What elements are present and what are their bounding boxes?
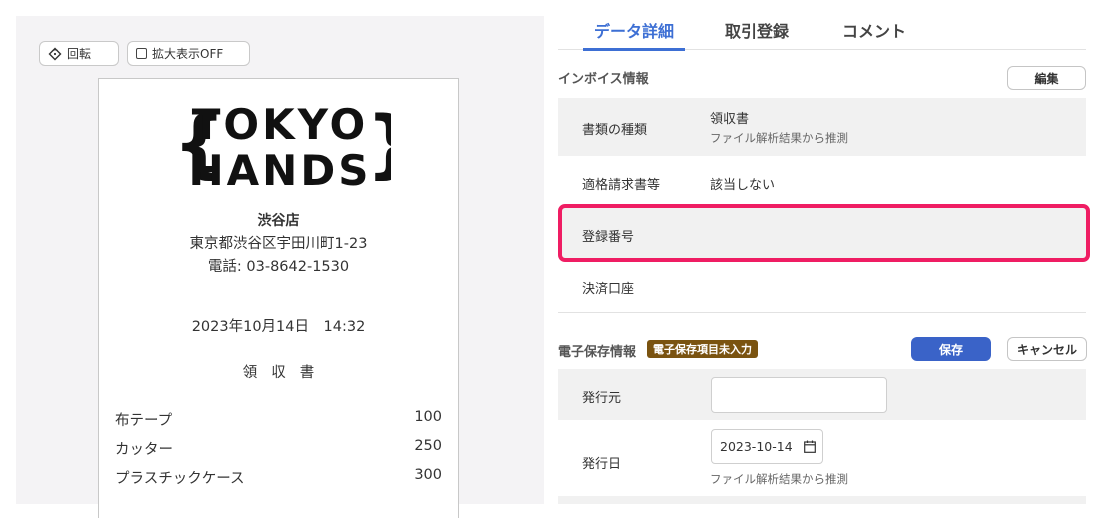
item-price: 300 xyxy=(414,467,442,483)
store-logo: { TOKYO HANDS } xyxy=(169,99,419,195)
registration-number-highlight[interactable]: 登録番号 xyxy=(558,204,1090,262)
store-name: 渋谷店 xyxy=(257,213,300,229)
payment-account-row: 決済口座 xyxy=(558,266,1086,308)
qualified-value: 該当しない xyxy=(710,178,776,193)
svg-text:}: } xyxy=(366,101,391,187)
status-badge: 電子保存項目未入力 xyxy=(647,340,758,358)
qualified-invoice-row: 適格請求書等 該当しない xyxy=(558,160,1086,204)
payment-account-label: 決済口座 xyxy=(582,282,635,297)
item-price: 250 xyxy=(414,438,442,454)
receipt-title: 領収書 xyxy=(242,365,329,381)
next-row xyxy=(558,496,1086,504)
tab-data-detail[interactable]: データ詳細 xyxy=(583,18,685,51)
item-name: 布テープ xyxy=(115,413,173,429)
issuer-input[interactable] xyxy=(711,377,887,413)
rotate-button[interactable]: 回転 xyxy=(39,41,119,66)
document-preview: 回転 拡大表示OFF { TOKYO HANDS } 渋谷店 東京都渋谷区宇田川… xyxy=(16,16,544,518)
receipt-item: カッター 250 xyxy=(115,438,442,467)
cancel-button[interactable]: キャンセル xyxy=(1007,337,1087,361)
item-name: プラスチックケース xyxy=(115,471,245,487)
rotate-label: 回転 xyxy=(67,47,92,61)
doc-type-row: 書類の種類 領収書 ファイル解析結果から推測 xyxy=(558,98,1086,156)
calendar-icon[interactable] xyxy=(804,440,816,453)
receipt-image: { TOKYO HANDS } 渋谷店 東京都渋谷区宇田川町1-23 電話: 0… xyxy=(98,78,459,518)
issue-date-value: 2023-10-14 xyxy=(720,439,793,454)
item-name: カッター xyxy=(115,442,173,458)
store-address: 東京都渋谷区宇田川町1-23 xyxy=(189,236,368,252)
receipt-datetime: 2023年10月14日 14:32 xyxy=(191,319,366,335)
issue-date-note: ファイル解析結果から推測 xyxy=(710,472,848,486)
zoom-label: 拡大表示OFF xyxy=(152,47,224,61)
doc-type-note: ファイル解析結果から推測 xyxy=(710,131,848,145)
section-divider xyxy=(558,312,1086,313)
issue-date-input[interactable]: 2023-10-14 xyxy=(711,429,823,464)
issuer-label: 発行元 xyxy=(582,391,622,406)
svg-text:HANDS: HANDS xyxy=(189,146,372,189)
receipt-item: 布テープ 100 xyxy=(115,409,442,438)
item-price: 100 xyxy=(414,409,442,425)
estorage-section-title: 電子保存情報 xyxy=(558,345,637,360)
receipt-items: 布テープ 100 カッター 250 プラスチックケース 300 xyxy=(115,409,442,496)
registration-number-label: 登録番号 xyxy=(582,230,635,245)
receipt-item: プラスチックケース 300 xyxy=(115,467,442,496)
doc-type-value: 領収書 xyxy=(710,112,750,127)
edit-button[interactable]: 編集 xyxy=(1007,66,1086,90)
zoom-checkbox[interactable] xyxy=(136,48,147,59)
detail-tabs: データ詳細 取引登録 コメント xyxy=(558,18,1086,51)
save-button[interactable]: 保存 xyxy=(911,337,991,361)
store-phone: 電話: 03-8642-1530 xyxy=(207,259,350,275)
doc-type-label: 書類の種類 xyxy=(582,123,648,138)
rotate-icon xyxy=(48,47,62,60)
svg-text:TOKYO: TOKYO xyxy=(192,100,369,149)
issue-date-label: 発行日 xyxy=(582,457,622,472)
zoom-toggle[interactable]: 拡大表示OFF xyxy=(127,41,250,66)
tab-comment[interactable]: コメント xyxy=(826,18,922,50)
qualified-label: 適格請求書等 xyxy=(582,178,661,193)
invoice-section-title: インボイス情報 xyxy=(558,72,649,87)
tab-transaction[interactable]: 取引登録 xyxy=(713,18,801,50)
